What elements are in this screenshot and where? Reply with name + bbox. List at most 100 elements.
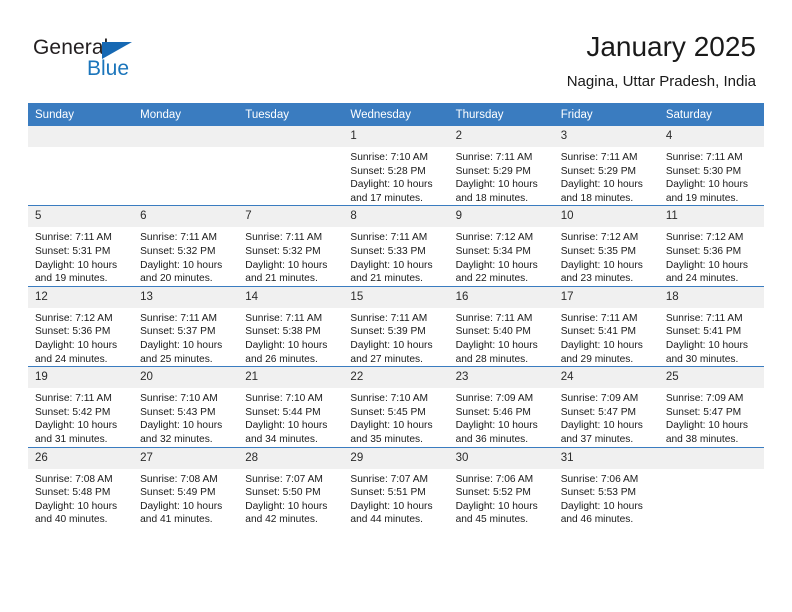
day-cell-inner <box>238 126 344 205</box>
day-number: 9 <box>448 206 554 228</box>
calendar-day-cell[interactable]: 18 Sunrise: 7:11 AM Sunset: 5:41 PM Dayligh… <box>658 285 764 367</box>
daylight-text-line2: and 35 minutes. <box>350 433 423 445</box>
sunrise-text: Sunrise: 7:07 AM <box>350 473 429 485</box>
daylight-text-line1: Daylight: 10 hours <box>245 500 328 512</box>
calendar-day-cell[interactable]: 1 Sunrise: 7:10 AM Sunset: 5:28 PM Daylight… <box>343 126 449 206</box>
calendar-day-cell[interactable]: 6 Sunrise: 7:11 AM Sunset: 5:32 PM Daylight… <box>133 205 239 287</box>
calendar-day-cell[interactable]: 10 Sunrise: 7:12 AM Sunset: 5:35 PM Dayligh… <box>553 205 659 287</box>
daylight-text-line2: and 23 minutes. <box>560 273 634 285</box>
day-number: 10 <box>553 206 659 228</box>
calendar-day-cell[interactable]: 17 Sunrise: 7:11 AM Sunset: 5:41 PM Dayligh… <box>553 285 659 367</box>
calendar-day-cell[interactable]: 26 Sunrise: 7:08 AM Sunset: 5:48 PM Dayligh… <box>28 446 134 527</box>
daylight-text-line1: Daylight: 10 hours <box>665 339 748 351</box>
calendar-day-cell[interactable]: 9 Sunrise: 7:12 AM Sunset: 5:34 PM Daylight… <box>448 205 554 287</box>
sunrise-text: Sunrise: 7:10 AM <box>350 152 429 163</box>
day-number: 11 <box>658 206 764 228</box>
sunset-text: Sunset: 5:46 PM <box>455 406 531 418</box>
general-blue-logo[interactable]: General Blue <box>33 36 163 82</box>
sunrise-text: Sunrise: 7:11 AM <box>140 312 217 324</box>
calendar-day-cell[interactable]: 27 Sunrise: 7:08 AM Sunset: 5:49 PM Dayligh… <box>133 446 239 527</box>
sunset-text: Sunset: 5:38 PM <box>245 326 321 338</box>
calendar-day-cell[interactable]: 15 Sunrise: 7:11 AM Sunset: 5:39 PM Dayligh… <box>343 285 449 367</box>
calendar-day-cell[interactable]: 24 Sunrise: 7:09 AM Sunset: 5:47 PM Dayligh… <box>553 366 659 447</box>
sunset-text: Sunset: 5:37 PM <box>140 326 216 338</box>
daylight-text-line1: Daylight: 10 hours <box>350 339 433 351</box>
day-details: Sunrise: 7:11 AM Sunset: 5:30 PM Daylight:… <box>659 147 764 205</box>
sunrise-text: Sunrise: 7:11 AM <box>455 312 533 324</box>
calendar-day-cell[interactable]: 20 Sunrise: 7:10 AM Sunset: 5:43 PM Dayligh… <box>133 366 239 447</box>
calendar-week-row: 5 Sunrise: 7:11 AM Sunset: 5:31 PM Daylight… <box>28 205 764 287</box>
day-details: Sunrise: 7:11 AM Sunset: 5:39 PM Daylight:… <box>343 308 448 366</box>
calendar-day-cell[interactable]: 29 Sunrise: 7:07 AM Sunset: 5:51 PM Dayligh… <box>343 446 449 527</box>
day-details: Sunrise: 7:08 AM Sunset: 5:49 PM Daylight:… <box>133 469 238 527</box>
day-cell-inner: 12 Sunrise: 7:12 AM Sunset: 5:36 PM Dayligh… <box>28 286 134 366</box>
calendar-day-cell[interactable]: 30 Sunrise: 7:06 AM Sunset: 5:52 PM Dayligh… <box>448 446 554 527</box>
daylight-text-line1: Daylight: 10 hours <box>455 420 538 432</box>
day-details: Sunrise: 7:06 AM Sunset: 5:52 PM Daylight:… <box>449 469 554 527</box>
calendar-week-row: 1 Sunrise: 7:10 AM Sunset: 5:28 PM Daylight… <box>28 126 764 206</box>
daylight-text-line1: Daylight: 10 hours <box>455 339 538 351</box>
calendar-day-cell[interactable]: 19 Sunrise: 7:11 AM Sunset: 5:42 PM Dayligh… <box>28 366 134 447</box>
daylight-text-line2: and 24 minutes. <box>35 353 108 365</box>
sunrise-text: Sunrise: 7:12 AM <box>665 232 744 244</box>
calendar-day-cell[interactable]: 28 Sunrise: 7:07 AM Sunset: 5:50 PM Dayligh… <box>238 446 344 527</box>
day-number: 26 <box>28 447 134 469</box>
sunrise-text: Sunrise: 7:11 AM <box>560 312 638 324</box>
daylight-text-line1: Daylight: 10 hours <box>560 259 643 271</box>
daylight-text-line2: and 18 minutes. <box>455 192 529 204</box>
page-title: January 2025 <box>586 31 756 62</box>
calendar-day-cell[interactable]: 22 Sunrise: 7:10 AM Sunset: 5:45 PM Dayligh… <box>343 366 449 447</box>
daylight-text-line2: and 36 minutes. <box>455 433 529 445</box>
sunset-text: Sunset: 5:35 PM <box>560 245 637 257</box>
calendar-day-cell[interactable]: 3 Sunrise: 7:11 AM Sunset: 5:29 PM Daylight… <box>553 126 659 206</box>
day-cell-inner: 15 Sunrise: 7:11 AM Sunset: 5:39 PM Dayligh… <box>343 286 449 366</box>
day-number: 18 <box>658 286 764 308</box>
weekday-header-thursday: Thursday <box>448 103 554 126</box>
sunrise-text: Sunrise: 7:06 AM <box>455 473 534 485</box>
calendar-day-cell[interactable]: 14 Sunrise: 7:11 AM Sunset: 5:38 PM Dayligh… <box>238 285 344 367</box>
day-number: 28 <box>238 447 344 469</box>
day-details: Sunrise: 7:11 AM Sunset: 5:38 PM Daylight:… <box>238 308 343 366</box>
daylight-text-line2: and 17 minutes. <box>350 192 423 204</box>
weekday-header-row: Sunday Monday Tuesday Wednesday Thursday… <box>28 103 764 126</box>
sunset-text: Sunset: 5:47 PM <box>665 406 742 418</box>
day-cell-inner: 22 Sunrise: 7:10 AM Sunset: 5:45 PM Dayligh… <box>343 367 449 446</box>
calendar-day-cell[interactable]: 7 Sunrise: 7:11 AM Sunset: 5:32 PM Daylight… <box>238 205 344 287</box>
day-details: Sunrise: 7:11 AM Sunset: 5:29 PM Daylight:… <box>449 147 554 205</box>
calendar-day-cell[interactable]: 13 Sunrise: 7:11 AM Sunset: 5:37 PM Dayligh… <box>133 285 239 367</box>
sunrise-text: Sunrise: 7:07 AM <box>245 473 323 485</box>
day-cell-inner: 29 Sunrise: 7:07 AM Sunset: 5:51 PM Dayligh… <box>343 447 449 527</box>
sunset-text: Sunset: 5:49 PM <box>140 487 216 499</box>
day-number <box>28 126 134 147</box>
day-details: Sunrise: 7:09 AM Sunset: 5:47 PM Daylight:… <box>554 388 659 446</box>
sunset-text: Sunset: 5:53 PM <box>560 487 637 499</box>
calendar-day-cell[interactable]: 31 Sunrise: 7:06 AM Sunset: 5:53 PM Dayligh… <box>553 446 659 527</box>
day-cell-inner: 11 Sunrise: 7:12 AM Sunset: 5:36 PM Dayligh… <box>658 206 764 285</box>
calendar-day-cell[interactable]: 25 Sunrise: 7:09 AM Sunset: 5:47 PM Dayligh… <box>658 366 764 447</box>
day-number: 7 <box>238 206 344 228</box>
calendar-day-cell[interactable]: 2 Sunrise: 7:11 AM Sunset: 5:29 PM Daylight… <box>448 126 554 206</box>
daylight-text-line2: and 24 minutes. <box>665 273 739 285</box>
day-number: 13 <box>133 286 239 308</box>
calendar-day-cell[interactable]: 11 Sunrise: 7:12 AM Sunset: 5:36 PM Dayligh… <box>658 205 764 287</box>
day-details: Sunrise: 7:10 AM Sunset: 5:43 PM Daylight:… <box>133 388 238 446</box>
sunrise-text: Sunrise: 7:09 AM <box>560 393 639 405</box>
daylight-text-line1: Daylight: 10 hours <box>560 179 643 191</box>
calendar-day-cell[interactable]: 21 Sunrise: 7:10 AM Sunset: 5:44 PM Dayligh… <box>238 366 344 447</box>
calendar-day-cell[interactable]: 12 Sunrise: 7:12 AM Sunset: 5:36 PM Dayligh… <box>28 285 134 367</box>
day-cell-inner: 30 Sunrise: 7:06 AM Sunset: 5:52 PM Dayligh… <box>448 447 554 527</box>
sunset-text: Sunset: 5:34 PM <box>455 245 531 257</box>
calendar-day-cell[interactable]: 23 Sunrise: 7:09 AM Sunset: 5:46 PM Dayligh… <box>448 366 554 447</box>
day-details: Sunrise: 7:07 AM Sunset: 5:50 PM Daylight:… <box>238 469 343 527</box>
daylight-text-line2: and 41 minutes. <box>140 514 213 526</box>
daylight-text-line1: Daylight: 10 hours <box>350 259 433 271</box>
calendar-day-cell[interactable]: 4 Sunrise: 7:11 AM Sunset: 5:30 PM Daylight… <box>658 126 764 206</box>
day-details: Sunrise: 7:11 AM Sunset: 5:40 PM Daylight:… <box>449 308 554 366</box>
day-cell-inner: 18 Sunrise: 7:11 AM Sunset: 5:41 PM Dayligh… <box>658 286 764 366</box>
calendar-day-cell[interactable]: 5 Sunrise: 7:11 AM Sunset: 5:31 PM Daylight… <box>28 205 134 287</box>
sunset-text: Sunset: 5:41 PM <box>665 326 742 338</box>
calendar-day-cell[interactable]: 16 Sunrise: 7:11 AM Sunset: 5:40 PM Dayligh… <box>448 285 554 367</box>
calendar-day-cell[interactable]: 8 Sunrise: 7:11 AM Sunset: 5:33 PM Daylight… <box>343 205 449 287</box>
calendar-week-row: 26 Sunrise: 7:08 AM Sunset: 5:48 PM Dayligh… <box>28 446 764 527</box>
daylight-text-line1: Daylight: 10 hours <box>665 259 748 271</box>
